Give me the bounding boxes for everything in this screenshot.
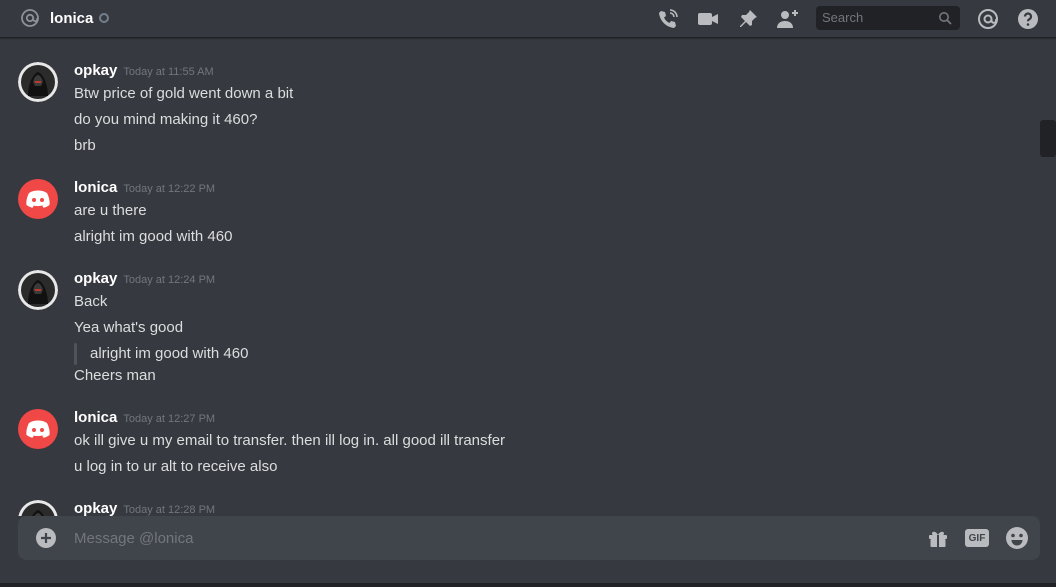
message-composer: GIF	[18, 516, 1040, 560]
quote-text: alright im good with 460	[90, 345, 249, 362]
emoji-icon[interactable]	[1005, 526, 1029, 550]
message-author[interactable]: lonica Today at 12:22 PM	[74, 179, 215, 198]
video-call-icon[interactable]	[696, 7, 720, 31]
message-timestamp: Today at 12:28 PM	[123, 504, 216, 516]
add-attachment-button[interactable]	[36, 528, 56, 548]
message-line: Btw price of gold went down a bit	[74, 85, 294, 102]
channel-name: lonica	[50, 10, 94, 27]
message-author[interactable]: opkay Today at 12:24 PM	[74, 270, 215, 289]
add-friend-icon[interactable]	[776, 7, 800, 31]
search-icon	[938, 11, 952, 25]
phone-call-icon[interactable]	[656, 7, 680, 31]
message-timestamp: Today at 11:55 AM	[123, 66, 214, 78]
channel-header: lonica Search	[0, 0, 1056, 38]
message-line: brb	[74, 137, 96, 154]
message-timestamp: Today at 12:22 PM	[123, 183, 216, 195]
message-input[interactable]	[74, 528, 894, 548]
bottom-divider	[0, 583, 1056, 587]
message-line: u log in to ur alt to receive also	[74, 458, 278, 475]
message-line: ok ill give u my email to transfer. then…	[74, 432, 506, 449]
discord-default-avatar[interactable]	[18, 179, 58, 219]
gif-button[interactable]: GIF	[965, 529, 989, 547]
message-line: alright im good with 460	[74, 228, 233, 245]
message-line: Back	[74, 293, 108, 310]
message-line: Yea what's good	[74, 319, 184, 336]
message-timestamp: Today at 12:24 PM	[123, 274, 216, 286]
mention-icon[interactable]	[976, 7, 1000, 31]
message-timestamp: Today at 12:27 PM	[123, 413, 216, 425]
message-line: are u there	[74, 202, 147, 219]
message-list[interactable]: opkay Today at 11:55 AM Btw price of gold…	[0, 44, 1056, 516]
hooded-figure-avatar[interactable]	[18, 270, 58, 310]
help-icon[interactable]	[1016, 7, 1040, 31]
message-line: do you mind making it 460?	[74, 111, 258, 128]
search-placeholder: Search	[822, 10, 864, 25]
message-author[interactable]: lonica Today at 12:27 PM	[74, 409, 215, 428]
at-icon	[20, 8, 40, 28]
hooded-figure-avatar[interactable]	[18, 500, 58, 516]
message-author[interactable]: opkay Today at 11:55 AM	[74, 62, 214, 81]
pin-icon[interactable]	[736, 7, 760, 31]
message-line: Cheers man	[74, 367, 156, 384]
message-author[interactable]: opkay Today at 12:28 PM	[74, 500, 215, 516]
status-offline-icon	[99, 13, 109, 23]
discord-default-avatar[interactable]	[18, 409, 58, 449]
gift-icon[interactable]	[926, 526, 950, 550]
quote-bar	[74, 343, 77, 365]
search-input[interactable]: Search	[816, 6, 960, 30]
hooded-figure-avatar[interactable]	[18, 62, 58, 102]
scrollbar-thumb[interactable]	[1040, 120, 1056, 157]
